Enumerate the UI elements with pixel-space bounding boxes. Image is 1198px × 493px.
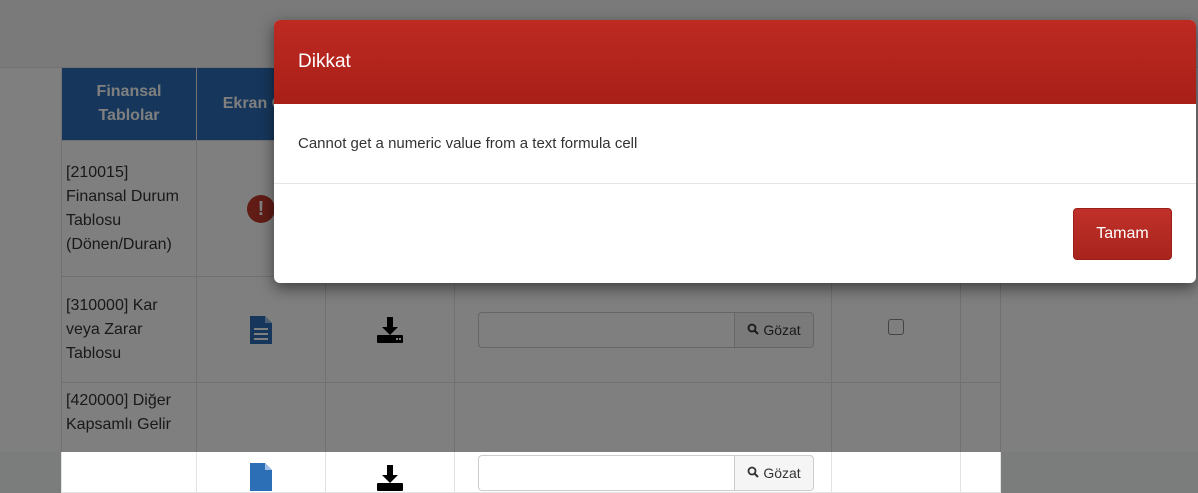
dialog-message: Cannot get a numeric value from a text f… — [298, 135, 638, 152]
dialog-title: Dikkat — [298, 51, 351, 72]
ok-button[interactable]: Tamam — [1073, 208, 1172, 260]
download-icon[interactable] — [377, 465, 403, 491]
alert-dialog: Dikkat Cannot get a numeric value from a… — [274, 20, 1196, 283]
search-icon — [747, 465, 760, 481]
dialog-body: Cannot get a numeric value from a text f… — [274, 104, 1196, 184]
file-upload-group: Gözat — [478, 455, 814, 491]
dialog-header: Dikkat — [274, 20, 1196, 104]
document-icon[interactable] — [250, 463, 272, 491]
dialog-footer: Tamam — [274, 184, 1196, 283]
file-path-input[interactable] — [478, 455, 734, 491]
browse-button[interactable]: Gözat — [734, 455, 814, 491]
browse-label: Gözat — [763, 465, 801, 481]
